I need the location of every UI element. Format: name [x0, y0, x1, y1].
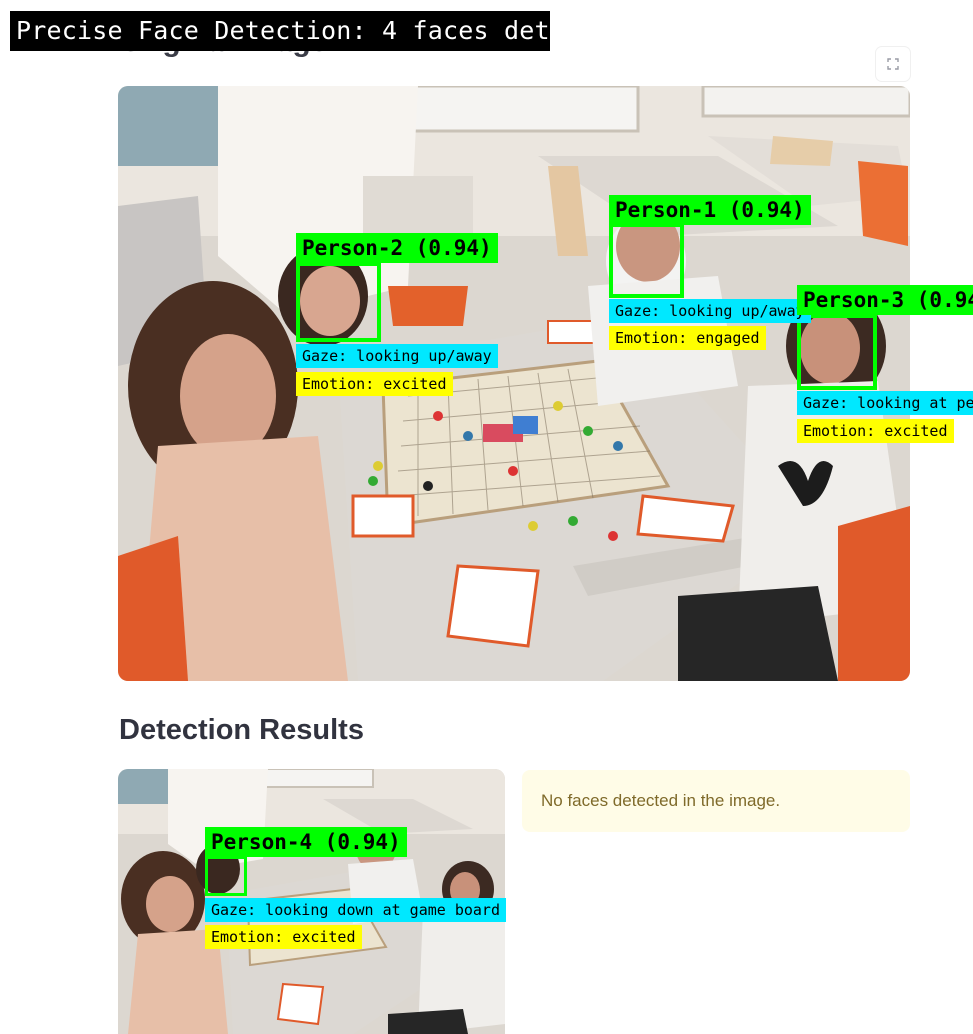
detection-summary-banner: Precise Face Detection: 4 faces detected [10, 11, 626, 51]
face-name-label: Person-4 (0.94) [205, 827, 407, 857]
face-emotion-label: Emotion: excited [296, 372, 453, 396]
face-gaze-label: Gaze: looking down at game board [205, 898, 506, 922]
face-gaze-label: Gaze: looking up/away [609, 299, 811, 323]
face-emotion-label: Emotion: engaged [609, 326, 766, 350]
face-gaze-label: Gaze: looking up/away [296, 344, 498, 368]
classroom-photo [118, 86, 910, 681]
detection-results-title: Detection Results [119, 714, 364, 746]
original-image [118, 86, 910, 681]
fullscreen-button[interactable] [876, 47, 910, 81]
no-faces-alert: No faces detected in the image. [522, 770, 910, 832]
face-box-person-2 [296, 262, 381, 342]
face-box-person-4 [205, 856, 247, 896]
face-emotion-label: Emotion: excited [205, 925, 362, 949]
face-name-label: Person-3 (0.94 [797, 285, 973, 315]
face-emotion-label: Emotion: excited [797, 419, 954, 443]
fullscreen-icon [887, 58, 899, 70]
face-box-person-1 [609, 223, 684, 298]
face-name-label: Person-2 (0.94) [296, 233, 498, 263]
face-box-person-3 [797, 314, 877, 390]
face-name-label: Person-1 (0.94) [609, 195, 811, 225]
face-gaze-label: Gaze: looking at pers [797, 391, 973, 415]
